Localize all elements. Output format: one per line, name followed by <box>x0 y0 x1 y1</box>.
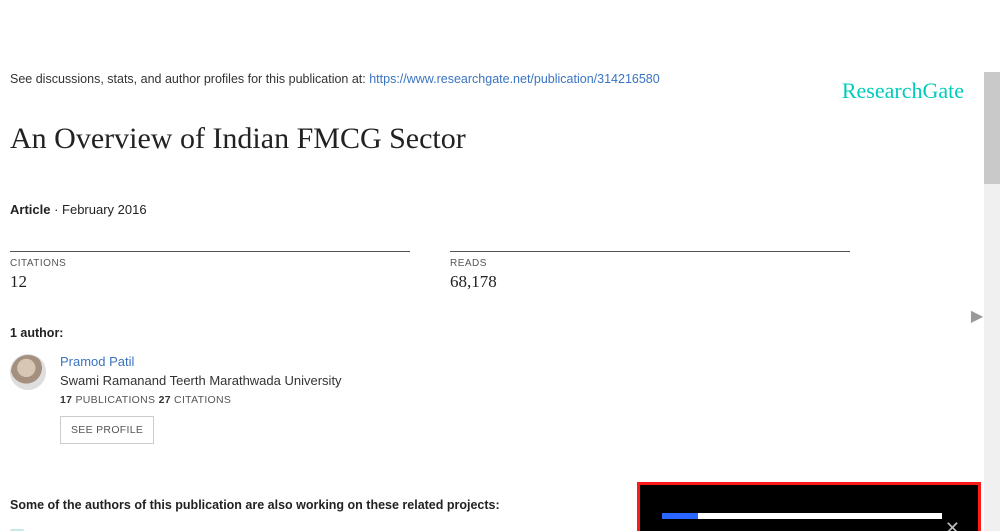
author-cites-label: CITATIONS <box>171 394 231 406</box>
publication-meta: Article · February 2016 <box>10 202 952 217</box>
discussion-prefix: See discussions, stats, and author profi… <box>10 72 369 86</box>
publication-type: Article <box>10 202 50 217</box>
author-pubs-count: 17 <box>60 394 72 406</box>
author-cites-count: 27 <box>159 394 171 406</box>
publication-url-link[interactable]: https://www.researchgate.net/publication… <box>369 72 659 86</box>
author-metrics: 17 PUBLICATIONS 27 CITATIONS <box>60 394 342 406</box>
discussion-line: See discussions, stats, and author profi… <box>10 72 952 86</box>
progress-bar-fill <box>662 513 698 519</box>
scrollbar-thumb[interactable] <box>984 72 1000 184</box>
stat-citations-label: CITATIONS <box>10 258 410 269</box>
toast-close-icon[interactable]: ✕ <box>945 519 960 531</box>
side-expand-caret-icon[interactable]: ▶ <box>970 308 984 324</box>
stat-citations: CITATIONS 12 <box>10 251 410 292</box>
progress-toast: ✕ Reducing PDF size <box>637 482 981 531</box>
publication-title: An Overview of Indian FMCG Sector <box>10 122 952 156</box>
author-avatar[interactable] <box>10 354 46 390</box>
stat-reads-value: 68,178 <box>450 272 850 292</box>
author-name-link[interactable]: Pramod Patil <box>60 354 342 369</box>
author-affiliation: Swami Ramanand Teerth Marathwada Univers… <box>60 373 342 388</box>
meta-sep: · <box>50 202 62 217</box>
vertical-scrollbar[interactable]: ⌄ <box>984 72 1000 531</box>
stat-reads-label: READS <box>450 258 850 269</box>
see-profile-button[interactable]: SEE PROFILE <box>60 416 154 444</box>
progress-bar-track <box>662 513 942 519</box>
author-card: Pramod Patil Swami Ramanand Teerth Marat… <box>10 354 952 444</box>
publication-date: February 2016 <box>62 202 147 217</box>
stat-reads: READS 68,178 <box>450 251 850 292</box>
author-pubs-label: PUBLICATIONS <box>72 394 158 406</box>
stat-citations-value: 12 <box>10 272 410 292</box>
authors-count-label: 1 author: <box>10 326 952 340</box>
brand-logo: ResearchGate <box>842 78 964 104</box>
